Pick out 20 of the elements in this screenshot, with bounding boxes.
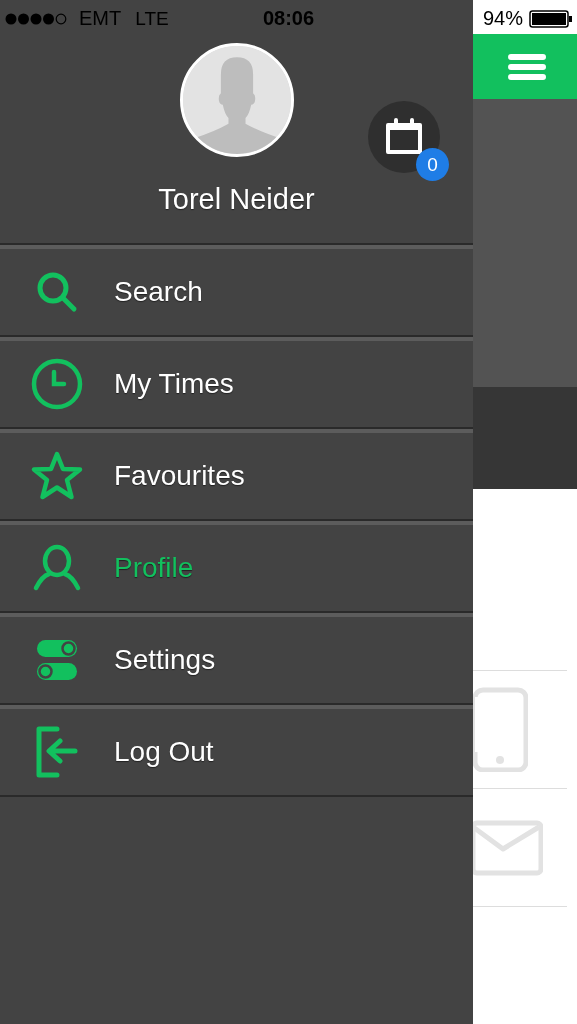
clock-time: 08:06 <box>261 7 316 30</box>
menu-item[interactable]: Settings <box>0 613 473 705</box>
envelope-icon <box>473 818 543 877</box>
user-name: Torel Neider <box>158 183 315 216</box>
calendar-icon <box>385 118 423 156</box>
menu-item[interactable]: Log Out <box>0 705 473 797</box>
battery-percent: 94% <box>482 7 523 30</box>
star-icon <box>30 450 84 502</box>
menu-item[interactable]: Favourites <box>0 429 473 521</box>
person-icon <box>32 544 82 592</box>
carrier-name: EMT <box>79 7 122 30</box>
clock-icon <box>30 357 84 411</box>
menu-item[interactable]: Search <box>0 245 473 337</box>
battery-icon <box>529 9 572 28</box>
log-out-icon <box>35 726 79 778</box>
menu-item[interactable]: Profile <box>0 521 473 613</box>
network-type: LTE <box>135 7 169 30</box>
menu-item[interactable]: My Times <box>0 337 473 429</box>
count-badge: 0 <box>416 148 449 181</box>
toggle-switches-icon <box>36 639 78 681</box>
